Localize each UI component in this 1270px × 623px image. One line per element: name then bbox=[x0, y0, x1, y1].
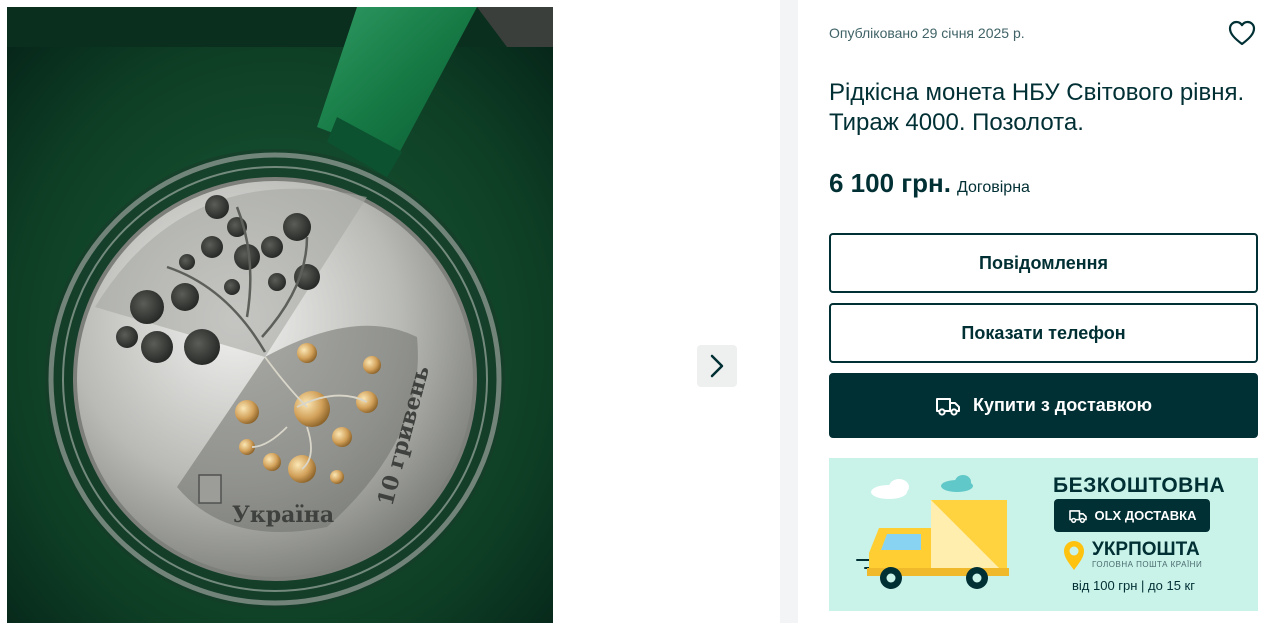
map-pin-icon bbox=[1064, 541, 1084, 570]
message-button-label: Повідомлення bbox=[979, 252, 1108, 273]
delivery-terms: від 100 грн | до 15 кг bbox=[1072, 578, 1195, 593]
listing-panel: Опубліковано 29 січня 2025 р. Рідкісна м… bbox=[798, 0, 1270, 623]
message-button[interactable]: Повідомлення bbox=[829, 233, 1258, 293]
price-row: 6 100 грн. Договірна bbox=[829, 168, 1030, 199]
truck-icon bbox=[1068, 509, 1087, 523]
image-gallery: Україна 10 гривень bbox=[0, 0, 780, 623]
buy-with-delivery-label: Купити з доставкою bbox=[973, 395, 1152, 415]
listing-photo[interactable]: Україна 10 гривень bbox=[7, 7, 553, 623]
show-phone-button[interactable]: Показати телефон bbox=[829, 303, 1258, 363]
gallery-next-button[interactable] bbox=[697, 345, 737, 387]
listing-price: 6 100 грн. bbox=[829, 168, 951, 198]
delivery-promo-banner[interactable]: БЕЗКОШТОВНА OLX ДОСТАВКА УКРПОШТА ГОЛОВН… bbox=[829, 458, 1258, 611]
delivery-truck-illustration bbox=[856, 475, 1009, 589]
negotiable-label: Договірна bbox=[956, 179, 1030, 196]
promo-free-label: БЕЗКОШТОВНА bbox=[1053, 474, 1226, 497]
listing-title: Рідкісна монета НБУ Світового рівня. Тир… bbox=[829, 79, 1245, 136]
show-phone-button-label: Показати телефон bbox=[961, 322, 1126, 343]
heart-icon bbox=[1228, 20, 1256, 46]
olx-delivery-label: OLX ДОСТАВКА bbox=[1094, 508, 1197, 523]
published-date: Опубліковано 29 січня 2025 р. bbox=[829, 25, 1025, 41]
ukrposhta-name: УКРПОШТА bbox=[1092, 539, 1200, 560]
buy-with-delivery-button[interactable]: Купити з доставкою bbox=[829, 373, 1258, 438]
chevron-right-icon bbox=[710, 354, 724, 378]
olx-delivery-badge: OLX ДОСТАВКА bbox=[1054, 499, 1210, 532]
coin-country-text: Україна bbox=[232, 502, 334, 528]
coin-image: Україна 10 гривень bbox=[7, 7, 553, 623]
panel-divider bbox=[780, 0, 798, 623]
ukrposhta-logo: УКРПОШТА ГОЛОВНА ПОШТА КРАЇНИ bbox=[1062, 540, 1202, 572]
ukrposhta-subtitle: ГОЛОВНА ПОШТА КРАЇНИ bbox=[1092, 560, 1203, 569]
truck-icon bbox=[936, 397, 960, 416]
favorite-button[interactable] bbox=[1227, 18, 1257, 48]
